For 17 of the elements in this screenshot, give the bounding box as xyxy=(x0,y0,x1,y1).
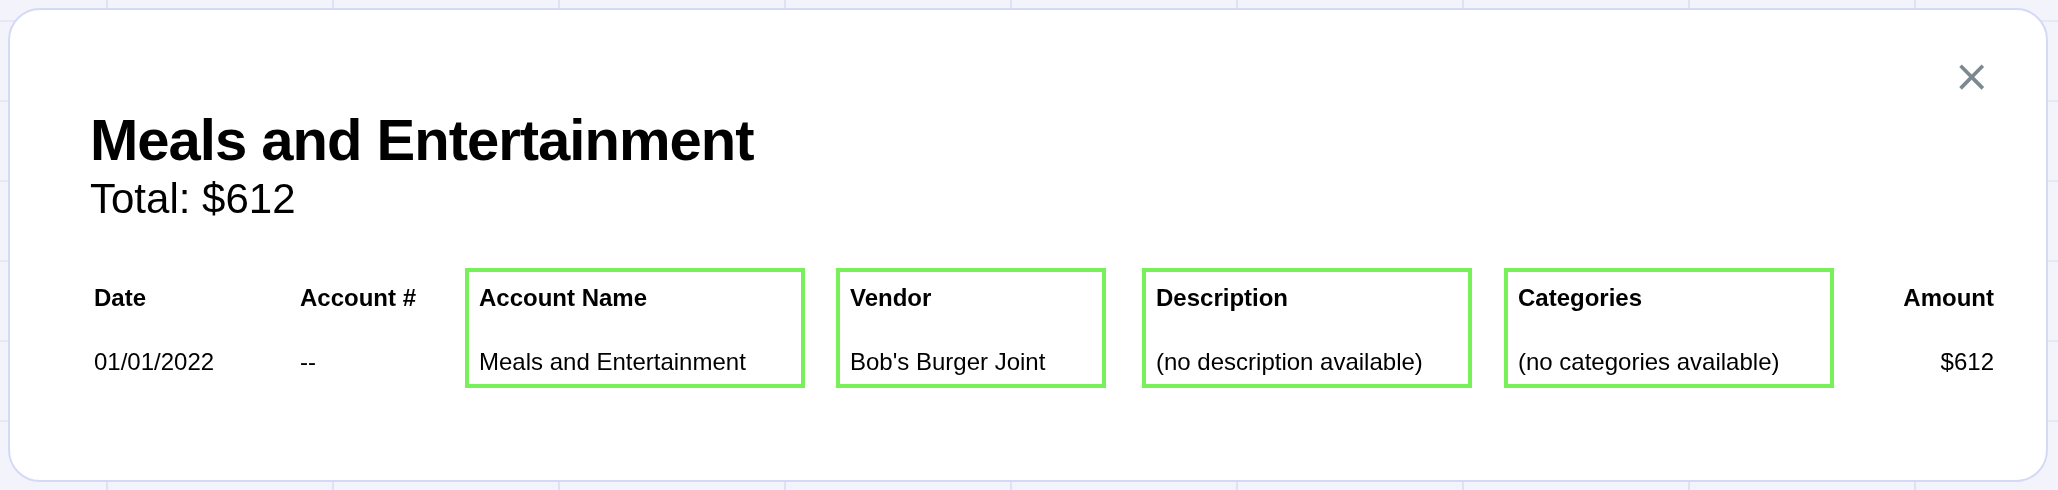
table-cell-text: (no categories available) xyxy=(1518,347,1780,377)
dialog-title: Meals and Entertainment xyxy=(90,106,754,174)
table-cell-text: 01/01/2022 xyxy=(94,347,215,377)
column-header: Date xyxy=(94,283,147,313)
total-text: Total: $612 xyxy=(90,174,296,224)
table-cell-text: Meals and Entertainment xyxy=(479,347,746,377)
table-cell-text: Bob's Burger Joint xyxy=(850,347,1046,377)
close-button[interactable]: × xyxy=(1949,56,1994,96)
column-header: Account Name xyxy=(479,283,648,313)
column-header: Account # xyxy=(300,283,416,313)
table-cell-text: -- xyxy=(300,347,316,377)
table-cell-text: (no description available) xyxy=(1156,347,1423,377)
column-header: Categories xyxy=(1518,283,1643,313)
column-header: Vendor xyxy=(850,283,932,313)
table-cell-text: $612 xyxy=(1940,347,1994,377)
column-header: Amount xyxy=(1903,283,1994,313)
column-header: Description xyxy=(1156,283,1289,313)
